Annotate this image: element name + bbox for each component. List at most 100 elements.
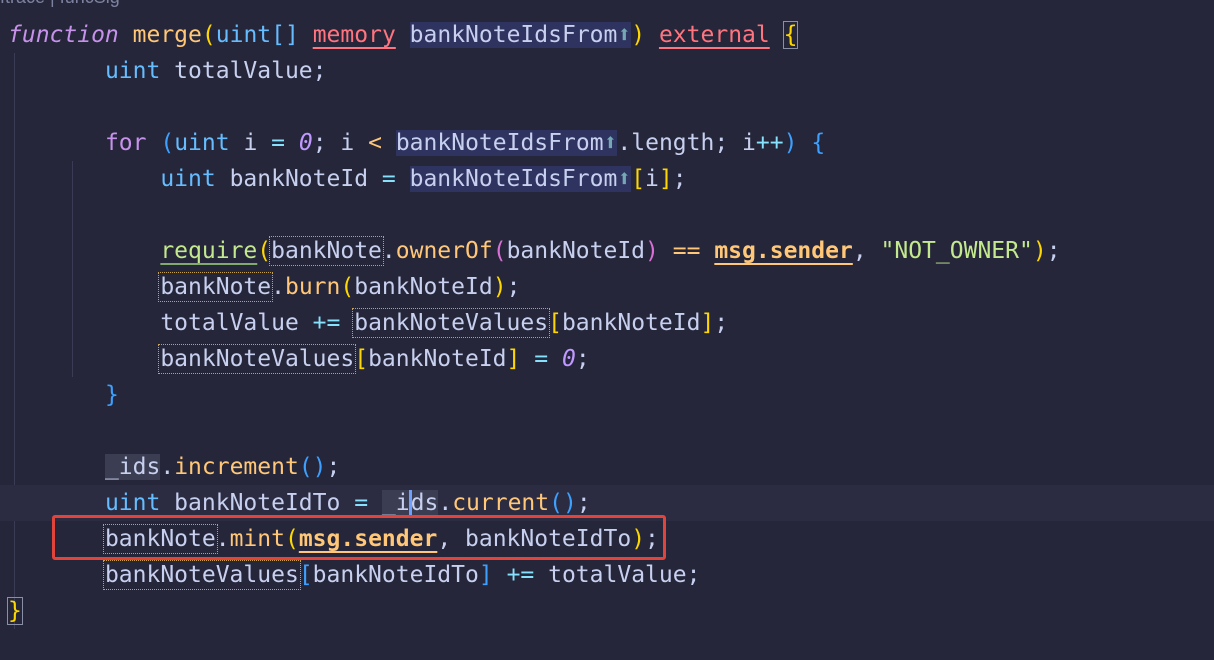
storage-location: memory <box>312 22 396 48</box>
state-variable[interactable]: bankNoteValues <box>158 344 357 374</box>
bracket: ] <box>506 346 521 372</box>
identifier: bankNoteId <box>215 166 382 192</box>
identifier: bankNoteIdTo <box>312 562 479 588</box>
identifier: .length; i <box>617 130 756 156</box>
operator: = <box>354 490 369 516</box>
variable-declaration: totalValue; <box>160 58 327 84</box>
type: uint <box>104 490 161 516</box>
identifier: bankNoteIdTo <box>160 490 355 516</box>
identifier-part: ds <box>410 490 439 516</box>
code-line[interactable]: bankNoteValues[bankNoteIdTo] += totalVal… <box>8 557 1208 593</box>
operator: = <box>271 130 285 156</box>
paren: ) <box>1032 238 1047 264</box>
paren: ( <box>257 238 272 264</box>
param-name: bankNoteIdsFrom <box>409 166 618 192</box>
state-variable[interactable]: bankNote <box>269 236 384 266</box>
param-bankNoteIdsFrom[interactable]: bankNoteIdsFrom⬆ <box>409 22 632 48</box>
code-line[interactable]: } <box>8 377 1208 413</box>
state-variable[interactable]: bankNoteValues <box>352 308 551 338</box>
param-bankNoteIdsFrom[interactable]: bankNoteIdsFrom⬆ <box>409 166 632 192</box>
method-name[interactable]: increment <box>174 454 299 480</box>
require-call[interactable]: require <box>160 238 257 264</box>
code-line[interactable]: uint totalValue; <box>8 53 1208 89</box>
bracket: [ <box>548 310 562 336</box>
identifier: totalValue <box>160 310 313 336</box>
semicolon: ; <box>1046 238 1061 264</box>
semicolon: ; <box>714 310 729 336</box>
bracket: ] <box>700 310 715 336</box>
paren: ( <box>201 22 216 48</box>
identifier: bankNoteId <box>561 310 701 336</box>
state-variable[interactable]: bankNoteValues <box>102 560 301 590</box>
paren: ) <box>645 238 659 264</box>
paren: ) <box>492 274 507 300</box>
code-line[interactable]: } <box>7 593 1208 629</box>
code-line[interactable]: _ids.increment(); <box>8 449 1208 485</box>
brace: { <box>782 21 799 49</box>
identifier: totalValue; <box>534 562 701 588</box>
operator: = <box>381 166 396 192</box>
bracket: ] <box>478 562 493 588</box>
code-line[interactable]: totalValue += bankNoteValues[bankNoteId]… <box>8 305 1208 341</box>
paren: ( <box>340 274 355 300</box>
identifier: bankNoteId <box>368 346 507 372</box>
up-arrow-icon: ⬆ <box>617 22 632 48</box>
semicolon: ; <box>575 346 590 372</box>
type: uint <box>174 130 230 156</box>
bracket: [ <box>354 346 369 372</box>
keyword-for: for <box>104 130 147 156</box>
code-line[interactable]: bankNoteValues[bankNoteId] = 0; <box>8 341 1208 377</box>
code-line[interactable]: uint bankNoteId = bankNoteIdsFrom⬆[i]; <box>8 161 1208 197</box>
number: 0 <box>561 346 576 372</box>
brace: } <box>104 382 119 408</box>
identifier-part: _i <box>381 490 410 516</box>
param-name: bankNoteIdsFrom <box>395 130 604 156</box>
breadcrumb-text: ftrace | funcSig <box>0 0 120 8</box>
msg-sender[interactable]: msg.sender <box>714 238 852 264</box>
identifier: i <box>229 130 272 156</box>
paren: ) <box>783 130 798 156</box>
number: 0 <box>298 130 313 156</box>
state-variable[interactable]: _ids <box>104 454 161 480</box>
visibility: external <box>658 22 770 48</box>
type: uint <box>160 166 216 192</box>
function-name[interactable]: merge <box>133 22 202 48</box>
identifier: ; i <box>312 130 369 156</box>
state-variable[interactable]: bankNote <box>158 272 274 302</box>
operator: == <box>672 238 701 264</box>
comma: , <box>852 238 881 264</box>
breadcrumb[interactable]: ftrace | funcSig <box>0 0 1214 14</box>
code-line[interactable]: for (uint i = 0; i < bankNoteIdsFrom⬆.le… <box>8 125 1208 161</box>
bracket: ] <box>658 166 673 192</box>
dot: . <box>438 490 453 516</box>
paren: ) <box>312 454 327 480</box>
code-line[interactable]: bankNote.burn(bankNoteId); <box>8 269 1208 305</box>
method-name[interactable]: ownerOf <box>396 238 493 264</box>
semicolon: ; <box>672 166 687 192</box>
method-name[interactable]: current <box>452 490 549 516</box>
code-line[interactable]: function merge(uint[] memory bankNoteIds… <box>8 17 1208 53</box>
type: uint[] <box>215 22 299 48</box>
method-name[interactable]: burn <box>285 274 340 300</box>
state-variable[interactable]: _ids <box>381 489 439 518</box>
keyword-function: function <box>8 22 119 48</box>
annotation-highlight-box <box>52 515 666 560</box>
brace: { <box>811 130 826 156</box>
bracket: [ <box>298 562 313 588</box>
paren: ( <box>298 454 313 480</box>
paren: ( <box>549 490 563 516</box>
param-bankNoteIdsFrom[interactable]: bankNoteIdsFrom⬆ <box>395 130 618 156</box>
paren: ( <box>160 130 175 156</box>
semicolon: ; <box>506 274 521 300</box>
code-line[interactable]: require(bankNote.ownerOf(bankNoteId) == … <box>8 233 1208 269</box>
